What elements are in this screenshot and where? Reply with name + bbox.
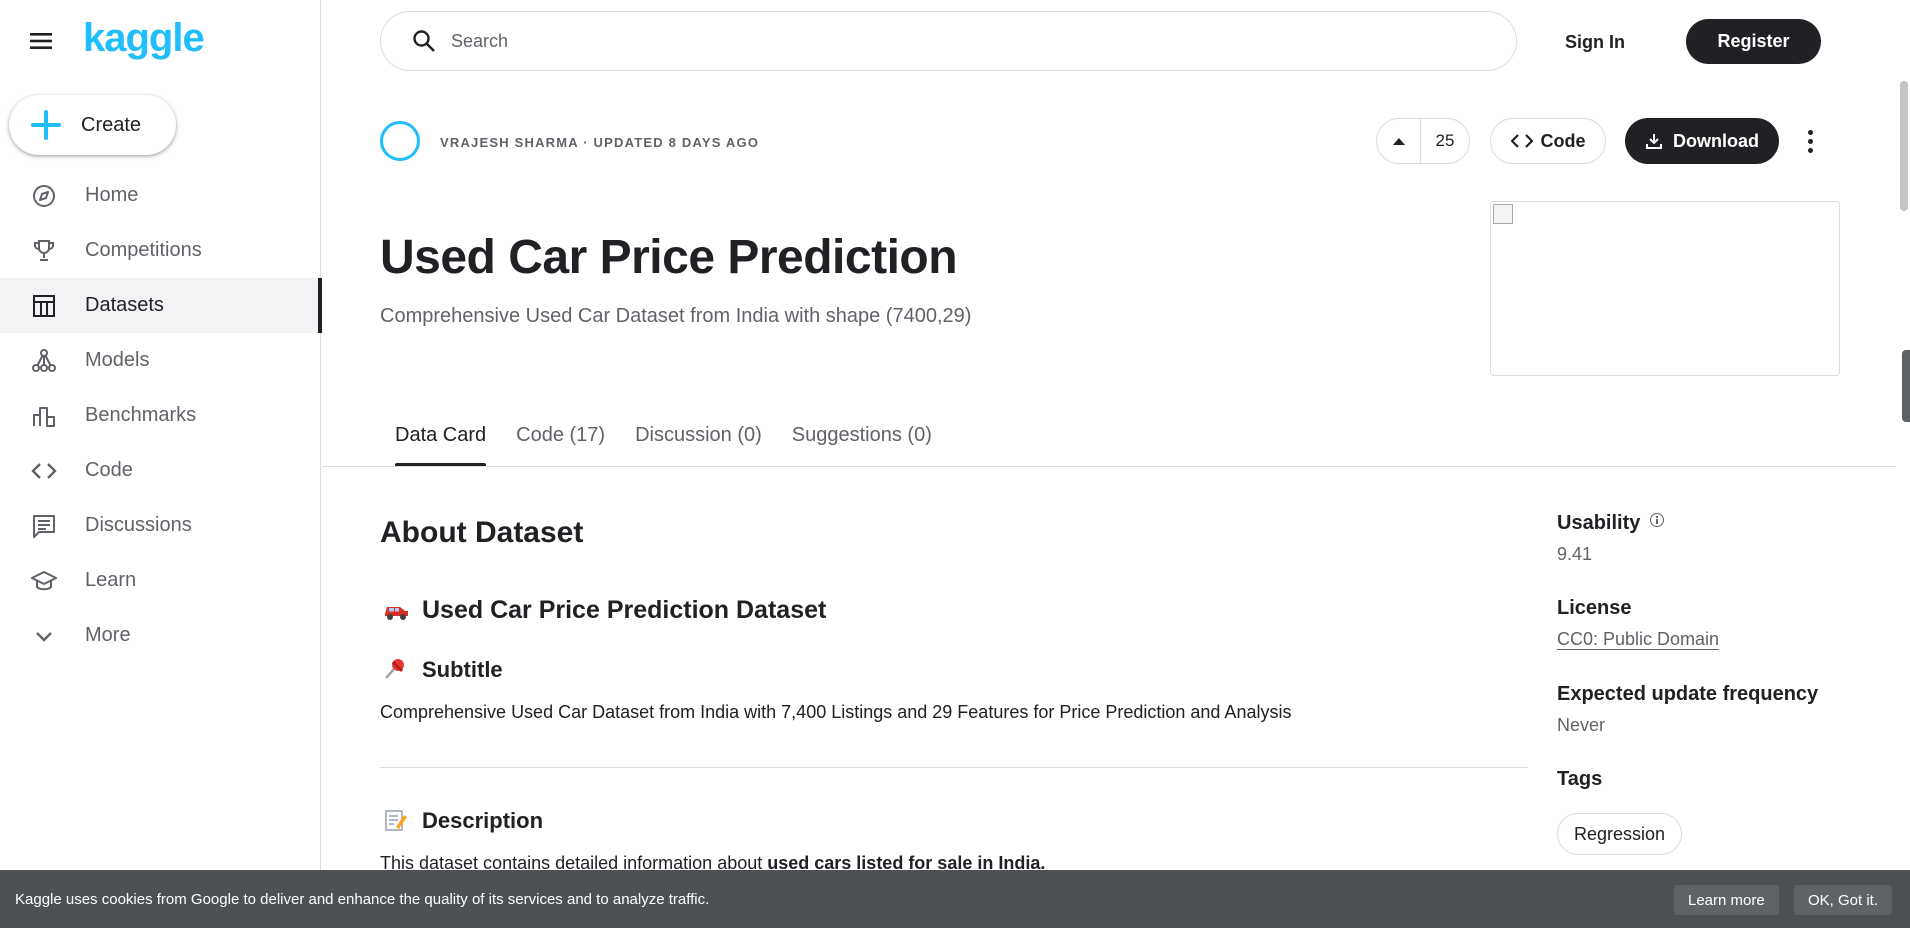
code-button[interactable]: Code <box>1490 118 1606 164</box>
sidebar-item-label: Learn <box>85 569 137 591</box>
download-button-label: Download <box>1673 130 1759 151</box>
subtitle-heading: Subtitle <box>382 656 503 684</box>
tab-code[interactable]: Code (17) <box>501 420 620 467</box>
scrollbar-thumb[interactable] <box>1900 81 1908 211</box>
owner-updated-line: VRAJESH SHARMA · UPDATED 8 DAYS AGO <box>440 135 760 150</box>
upvote-button[interactable] <box>1377 119 1421 163</box>
code-button-label: Code <box>1540 130 1586 151</box>
dataset-cover-image <box>1490 201 1840 376</box>
models-icon <box>30 347 58 375</box>
tab-data-card[interactable]: Data Card <box>380 420 501 467</box>
plus-icon <box>29 108 63 142</box>
sidebar-item-label: Models <box>85 349 150 371</box>
tab-discussion[interactable]: Discussion (0) <box>620 420 777 467</box>
sidebar-item-more[interactable]: More <box>0 608 320 663</box>
sign-in-button[interactable]: Sign In <box>1565 22 1625 62</box>
cookie-text: Kaggle uses cookies from Google to deliv… <box>15 890 710 908</box>
cookie-banner: Kaggle uses cookies from Google to deliv… <box>0 870 1910 928</box>
chevron-down-icon <box>30 622 58 650</box>
update-frequency-value: Never <box>1557 715 1606 735</box>
sidebar-item-benchmarks[interactable]: Benchmarks <box>0 388 320 443</box>
ok-got-it-button[interactable]: OK, Got it. <box>1794 885 1893 915</box>
create-button[interactable]: Create <box>9 95 176 155</box>
code-icon <box>30 457 58 485</box>
download-button[interactable]: Download <box>1625 118 1779 164</box>
license-label: License <box>1557 597 1632 619</box>
sidebar-item-label: Code <box>85 459 133 481</box>
page: kaggle Create Home Competitions Datasets… <box>0 0 1910 928</box>
feedback-side-tab[interactable] <box>1902 350 1910 422</box>
sidebar-item-home[interactable]: Home <box>0 168 320 223</box>
more-options-icon[interactable] <box>1798 124 1822 158</box>
create-label: Create <box>81 113 142 136</box>
dataset-heading: Used Car Price Prediction Dataset <box>382 596 826 625</box>
tab-bar: Data Card Code (17) Discussion (0) Sugge… <box>380 420 947 467</box>
description-heading-text: Description <box>422 808 544 833</box>
usability-label-text: Usability <box>1557 512 1641 534</box>
sidebar-item-label: Competitions <box>85 239 202 261</box>
upvote-widget: 25 <box>1376 118 1470 164</box>
memo-icon <box>382 807 410 835</box>
download-icon <box>1646 134 1662 149</box>
sidebar-item-discussions[interactable]: Discussions <box>0 498 320 553</box>
search-icon <box>411 28 437 54</box>
kaggle-logo[interactable]: kaggle <box>83 16 205 61</box>
pushpin-icon <box>382 656 410 684</box>
register-button[interactable]: Register <box>1686 19 1821 64</box>
broken-image-icon <box>1493 204 1513 224</box>
page-title: Used Car Price Prediction <box>380 231 958 284</box>
sidebar-item-label: Benchmarks <box>85 404 197 426</box>
learn-more-button[interactable]: Learn more <box>1674 885 1779 915</box>
dataset-heading-text: Used Car Price Prediction Dataset <box>422 596 827 624</box>
sidebar-item-label: Datasets <box>85 294 164 316</box>
about-dataset-heading: About Dataset <box>380 516 584 549</box>
code-icon <box>1510 134 1533 148</box>
vote-count: 25 <box>1435 131 1455 150</box>
car-icon <box>382 597 410 625</box>
update-frequency-label: Expected update frequency <box>1557 683 1819 705</box>
page-subtitle: Comprehensive Used Car Dataset from Indi… <box>380 305 972 327</box>
comment-icon <box>30 512 58 540</box>
bar-chart-icon <box>30 402 58 430</box>
tags-label: Tags <box>1557 768 1603 790</box>
subtitle-heading-text: Subtitle <box>422 657 503 682</box>
section-divider <box>380 767 1528 768</box>
tabs-divider <box>322 466 1895 467</box>
subtitle-text: Comprehensive Used Car Dataset from Indi… <box>380 702 1292 722</box>
search-placeholder: Search <box>451 30 509 51</box>
compass-icon <box>30 182 58 210</box>
sidebar-item-learn[interactable]: Learn <box>0 553 320 608</box>
sidebar-item-competitions[interactable]: Competitions <box>0 223 320 278</box>
avatar[interactable] <box>380 121 420 161</box>
sidebar-item-label: Home <box>85 184 139 206</box>
sidebar-item-code[interactable]: Code <box>0 443 320 498</box>
sidebar-item-datasets[interactable]: Datasets <box>0 278 322 333</box>
search-input[interactable]: Search <box>380 11 1517 71</box>
school-icon <box>30 567 58 595</box>
tab-suggestions[interactable]: Suggestions (0) <box>777 420 947 467</box>
tag-chip[interactable]: Regression <box>1557 813 1683 855</box>
info-icon[interactable] <box>1650 513 1665 527</box>
menu-icon[interactable] <box>28 28 54 54</box>
usability-label: Usability <box>1557 512 1665 535</box>
trophy-icon <box>30 237 58 265</box>
sidebar: kaggle Create Home Competitions Datasets… <box>0 0 322 928</box>
usability-value: 9.41 <box>1557 544 1593 564</box>
arrow-up-icon <box>1392 138 1405 145</box>
sidebar-nav: Home Competitions Datasets Models Benchm… <box>0 168 322 663</box>
sidebar-item-label: Discussions <box>85 514 192 536</box>
sidebar-item-label: More <box>85 624 131 646</box>
table-icon <box>30 292 58 320</box>
description-heading: Description <box>382 807 543 835</box>
license-link[interactable]: CC0: Public Domain <box>1557 629 1719 650</box>
sidebar-item-models[interactable]: Models <box>0 333 320 388</box>
